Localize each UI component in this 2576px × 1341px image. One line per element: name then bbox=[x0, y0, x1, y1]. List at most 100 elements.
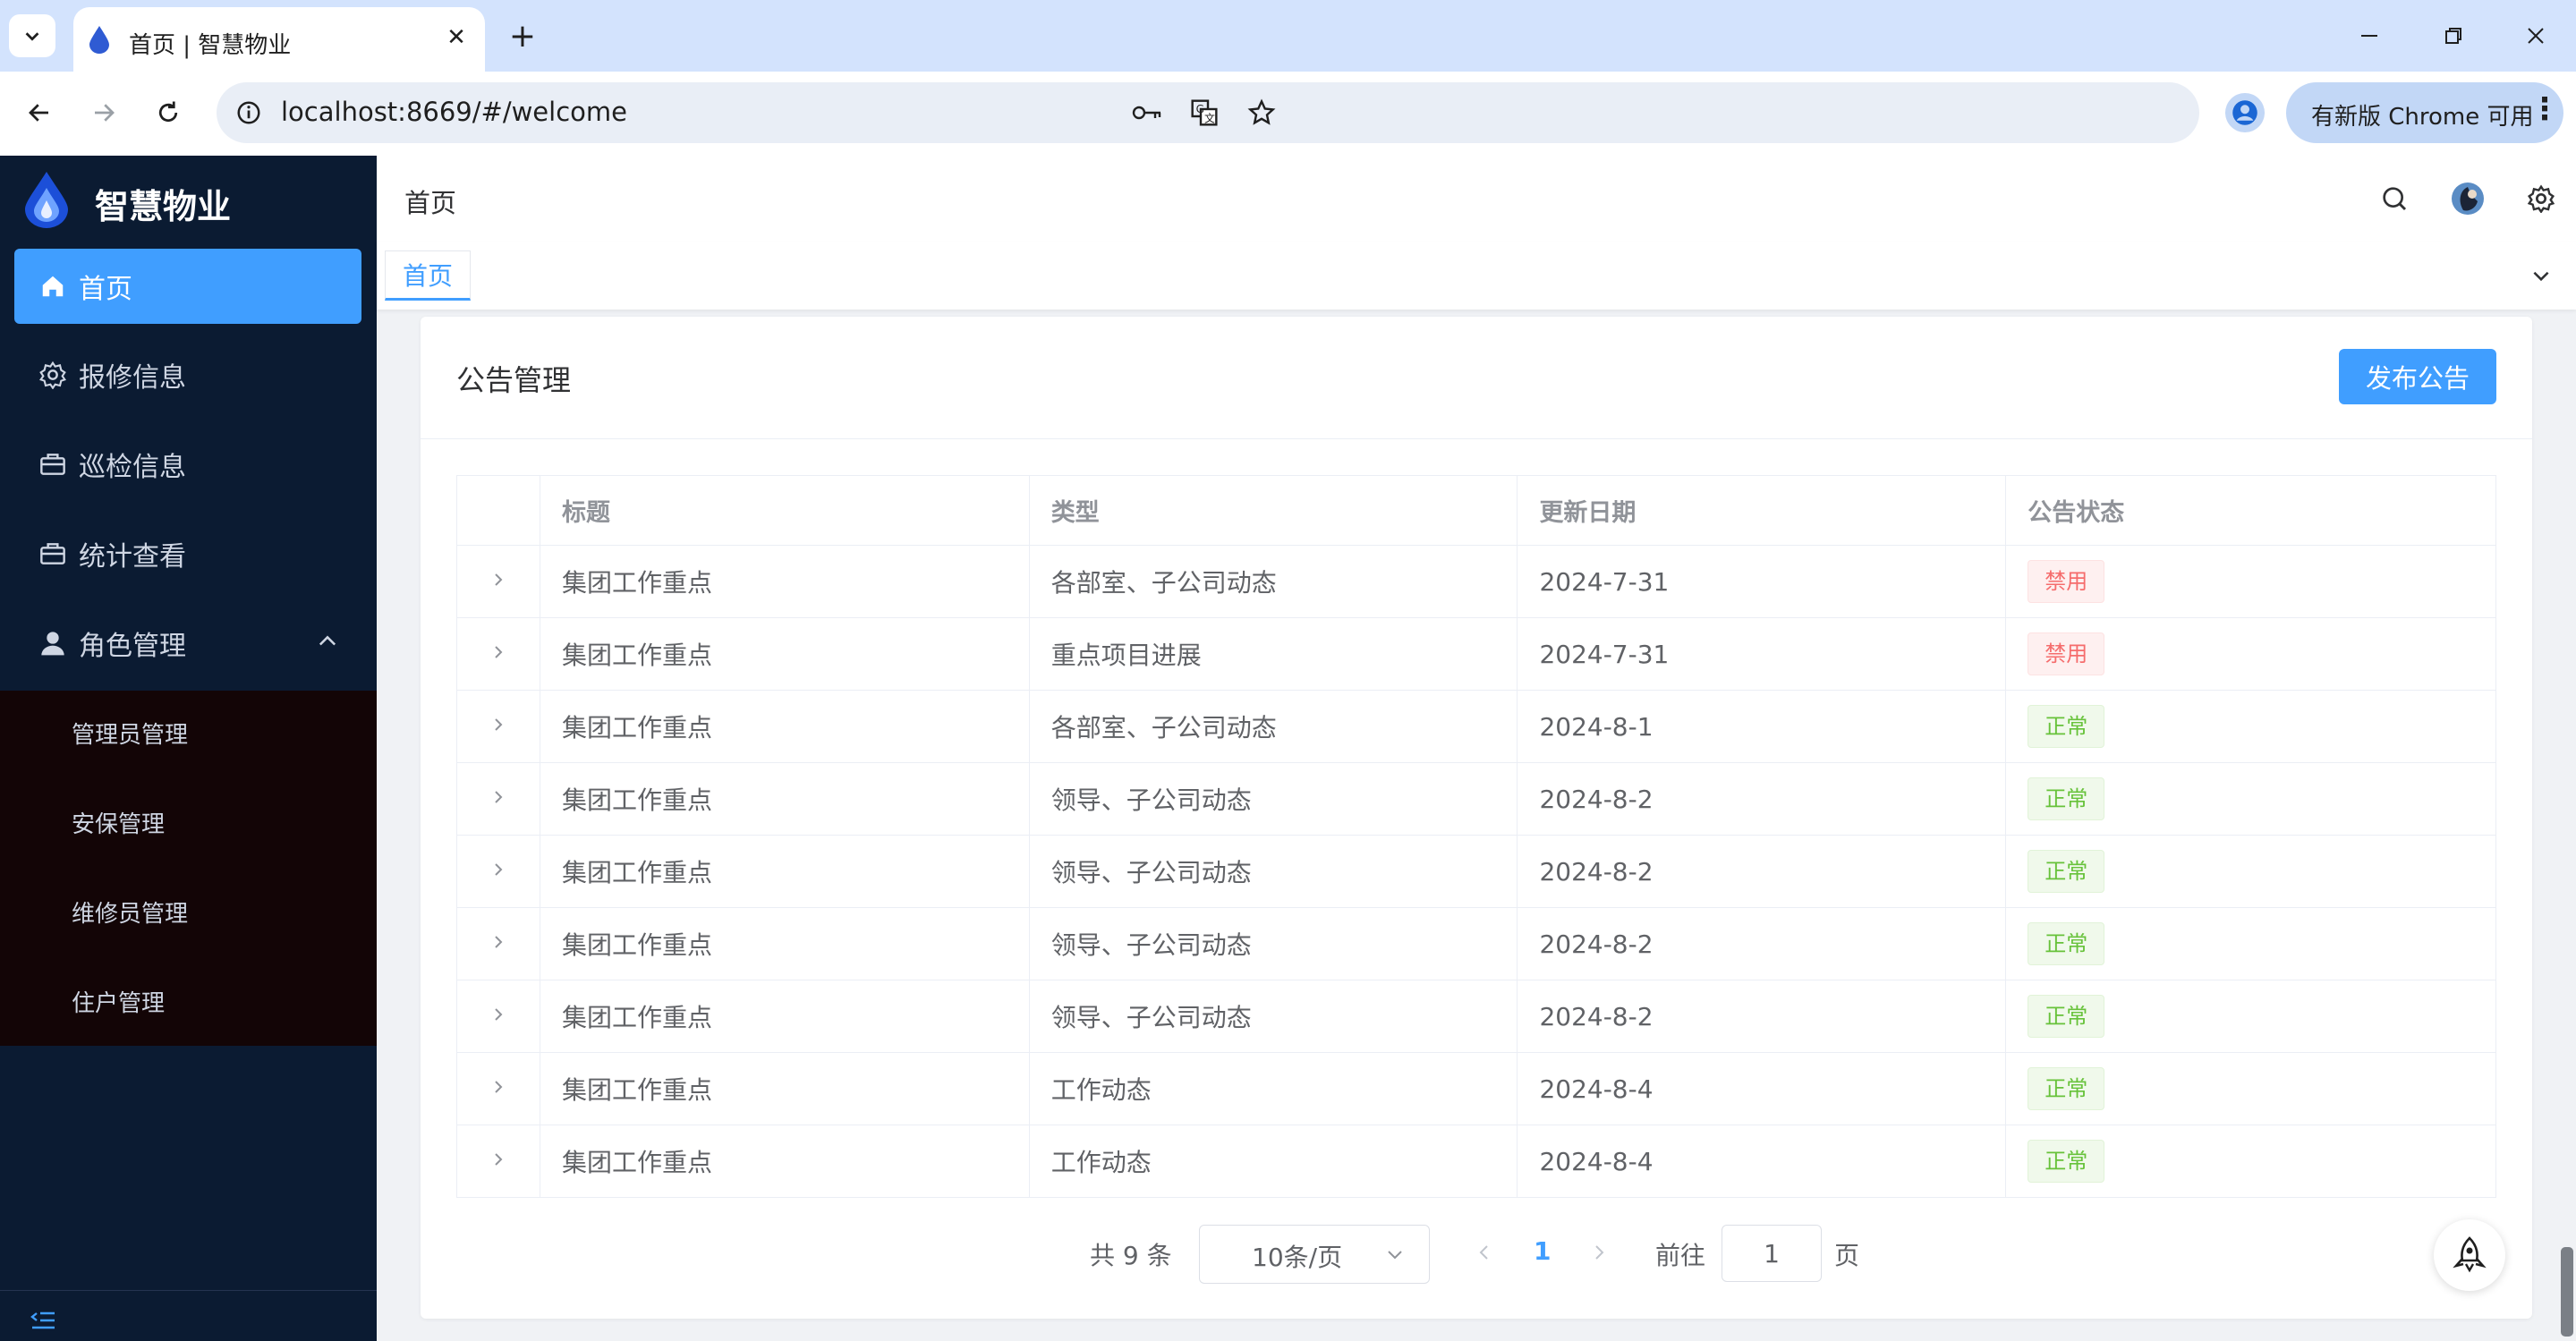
row-expand-toggle[interactable] bbox=[456, 690, 540, 763]
row-expand-toggle[interactable] bbox=[456, 980, 540, 1053]
goto-suffix: 页 bbox=[1834, 1241, 1860, 1270]
svg-text:G: G bbox=[1196, 103, 1204, 115]
search-icon[interactable] bbox=[2375, 179, 2414, 218]
site-info-icon[interactable] bbox=[231, 95, 267, 131]
next-page-icon[interactable] bbox=[1586, 1236, 1612, 1269]
sidebar-item-label: 报修信息 bbox=[79, 362, 186, 394]
cell-type: 重点项目进展 bbox=[1028, 617, 1518, 691]
chevron-right-icon bbox=[495, 645, 503, 658]
sidebar-item-home[interactable]: 首页 bbox=[14, 249, 361, 324]
url-text[interactable]: localhost:8669/#/welcome bbox=[281, 97, 627, 127]
cell-status: 正常 bbox=[2005, 762, 2496, 836]
chevron-down-icon bbox=[25, 32, 39, 41]
cell-title: 集团工作重点 bbox=[539, 617, 1030, 691]
cell-status: 正常 bbox=[2005, 980, 2496, 1053]
cell-type: 领导、子公司动态 bbox=[1028, 835, 1518, 908]
row-expand-toggle[interactable] bbox=[456, 545, 540, 618]
publish-notice-button[interactable]: 发布公告 bbox=[2339, 349, 2496, 404]
forward-arrow-icon[interactable] bbox=[82, 91, 125, 134]
sidebar-item-roles[interactable]: 角色管理 bbox=[0, 598, 377, 688]
tag-view-home[interactable]: 首页 bbox=[385, 250, 471, 301]
user-icon bbox=[38, 628, 68, 658]
profile-avatar-icon[interactable] bbox=[2225, 93, 2265, 132]
sidebar-subitem-label: 管理员管理 bbox=[72, 721, 189, 749]
cell-status: 禁用 bbox=[2005, 617, 2496, 691]
window-restore-icon[interactable] bbox=[2434, 16, 2473, 55]
cell-date: 2024-8-2 bbox=[1517, 980, 2007, 1053]
cell-date: 2024-8-4 bbox=[1517, 1125, 2007, 1198]
chevron-down-icon[interactable] bbox=[2523, 258, 2559, 293]
sidebar-item-statistics[interactable]: 统计查看 bbox=[0, 509, 377, 598]
table-row: 集团工作重点 工作动态 2024-8-4 正常 bbox=[456, 1052, 2496, 1125]
browser-tab[interactable]: 首页 | 智慧物业 ✕ bbox=[73, 7, 485, 72]
cell-title: 集团工作重点 bbox=[539, 762, 1030, 836]
briefcase-icon bbox=[38, 539, 68, 569]
sidebar-subitem-label: 安保管理 bbox=[72, 811, 166, 838]
translate-icon[interactable]: G文 bbox=[1185, 93, 1224, 132]
sidebar-item-inspection[interactable]: 巡检信息 bbox=[0, 420, 377, 509]
chevron-right-icon bbox=[495, 862, 503, 876]
bookmark-star-icon[interactable] bbox=[1242, 93, 1281, 132]
expand-column-header bbox=[456, 475, 540, 546]
settings-gear-icon[interactable] bbox=[2521, 179, 2561, 218]
home-icon bbox=[38, 271, 68, 301]
back-arrow-icon[interactable] bbox=[18, 91, 61, 134]
cell-date: 2024-8-2 bbox=[1517, 762, 2007, 836]
row-expand-toggle[interactable] bbox=[456, 762, 540, 836]
chrome-update-button[interactable]: 有新版 Chrome 可用 ⋮ bbox=[2286, 82, 2563, 143]
collapse-menu-icon[interactable] bbox=[27, 1304, 59, 1337]
window-minimize-icon[interactable] bbox=[2350, 16, 2389, 55]
sidebar-subitem-admin[interactable]: 管理员管理 bbox=[0, 688, 377, 777]
brand-name: 智慧物业 bbox=[95, 187, 232, 226]
row-expand-toggle[interactable] bbox=[456, 1125, 540, 1198]
row-expand-toggle[interactable] bbox=[456, 907, 540, 980]
row-expand-toggle[interactable] bbox=[456, 1052, 540, 1125]
scrollbar-handle[interactable] bbox=[2561, 1247, 2573, 1337]
address-bar[interactable]: localhost:8669/#/welcome G文 bbox=[217, 82, 2199, 143]
cell-title: 集团工作重点 bbox=[539, 907, 1030, 980]
status-badge: 禁用 bbox=[2028, 560, 2105, 603]
row-expand-toggle[interactable] bbox=[456, 617, 540, 691]
cell-date: 2024-7-31 bbox=[1517, 617, 2007, 691]
cell-status: 正常 bbox=[2005, 835, 2496, 908]
page-size-select[interactable]: 10条/页 bbox=[1199, 1225, 1430, 1284]
tab-close-icon[interactable]: ✕ bbox=[440, 21, 472, 54]
new-tab-icon[interactable]: + bbox=[503, 16, 542, 55]
table-row: 集团工作重点 重点项目进展 2024-7-31 禁用 bbox=[456, 617, 2496, 691]
avatar[interactable] bbox=[2448, 179, 2487, 218]
page-number-current[interactable]: 1 bbox=[1534, 1236, 1551, 1266]
reload-icon[interactable] bbox=[147, 91, 190, 134]
cell-type: 领导、子公司动态 bbox=[1028, 907, 1518, 980]
card-title: 公告管理 bbox=[456, 363, 572, 397]
cell-status: 正常 bbox=[2005, 907, 2496, 980]
key-icon[interactable] bbox=[1127, 93, 1167, 132]
rocket-icon bbox=[2453, 1236, 2487, 1273]
window-close-icon[interactable] bbox=[2516, 16, 2555, 55]
chevron-right-icon bbox=[495, 1007, 503, 1021]
more-vert-icon: ⋮ bbox=[2529, 91, 2560, 127]
column-header-status: 公告状态 bbox=[2005, 475, 2496, 546]
floating-action-button[interactable] bbox=[2434, 1219, 2505, 1291]
table-row: 集团工作重点 领导、子公司动态 2024-8-2 正常 bbox=[456, 762, 2496, 836]
tab-search-button[interactable] bbox=[9, 14, 55, 57]
gear-icon bbox=[38, 360, 68, 390]
status-badge: 正常 bbox=[2028, 1067, 2105, 1110]
cell-title: 集团工作重点 bbox=[539, 690, 1030, 763]
sidebar-item-label: 角色管理 bbox=[79, 631, 186, 662]
sidebar-subitem-repairman[interactable]: 维修员管理 bbox=[0, 867, 377, 956]
sidebar-subitem-security[interactable]: 安保管理 bbox=[0, 777, 377, 867]
row-expand-toggle[interactable] bbox=[456, 835, 540, 908]
status-badge: 正常 bbox=[2028, 995, 2105, 1038]
chevron-down-icon bbox=[1384, 1243, 1406, 1269]
cell-status: 正常 bbox=[2005, 1125, 2496, 1198]
cell-title: 集团工作重点 bbox=[539, 1052, 1030, 1125]
cell-date: 2024-8-1 bbox=[1517, 690, 2007, 763]
table-row: 集团工作重点 领导、子公司动态 2024-8-2 正常 bbox=[456, 835, 2496, 908]
sidebar-item-repair[interactable]: 报修信息 bbox=[0, 330, 377, 420]
prev-page-icon[interactable] bbox=[1471, 1236, 1498, 1269]
chevron-right-icon bbox=[495, 935, 503, 948]
sidebar-subitem-resident[interactable]: 住户管理 bbox=[0, 956, 377, 1046]
cell-type: 领导、子公司动态 bbox=[1028, 762, 1518, 836]
goto-page-input[interactable] bbox=[1722, 1225, 1822, 1282]
status-badge: 正常 bbox=[2028, 1140, 2105, 1183]
